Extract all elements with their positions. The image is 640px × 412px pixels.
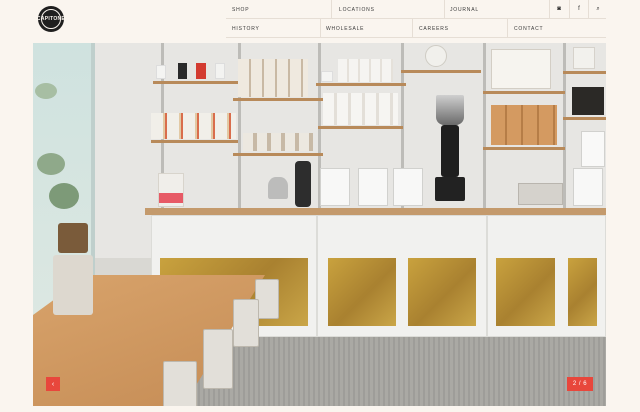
nav-divider xyxy=(226,37,606,38)
cabinet xyxy=(317,215,487,337)
nav-item-shop[interactable]: SHOP xyxy=(232,7,249,13)
slide-counter: 2 / 6 xyxy=(567,377,593,391)
coffee-grinder xyxy=(435,95,465,205)
main-nav: SHOP LOCATIONS JOURNAL ◙ f ⌕ HISTORY WHO… xyxy=(226,0,606,38)
search-icon[interactable]: ⌕ xyxy=(588,0,608,18)
prev-slide-button[interactable]: ‹ xyxy=(46,377,60,391)
nav-item-history[interactable]: HISTORY xyxy=(232,26,260,32)
cabinet xyxy=(487,215,606,337)
instagram-icon[interactable]: ◙ xyxy=(549,0,569,18)
nav-item-journal[interactable]: JOURNAL xyxy=(450,7,479,13)
nav-divider xyxy=(226,18,606,19)
nav-item-careers[interactable]: CAREERS xyxy=(419,26,449,32)
facebook-icon[interactable]: f xyxy=(569,0,589,18)
nav-item-wholesale[interactable]: WHOLESALE xyxy=(326,26,364,32)
nav-item-contact[interactable]: CONTACT xyxy=(514,26,543,32)
brand-logo[interactable]: CAPITONE xyxy=(36,6,66,32)
counter-top xyxy=(145,208,606,215)
logo-text: CAPITONE xyxy=(36,16,66,22)
hero-image xyxy=(33,43,606,406)
nav-item-locations[interactable]: LOCATIONS xyxy=(339,7,375,13)
